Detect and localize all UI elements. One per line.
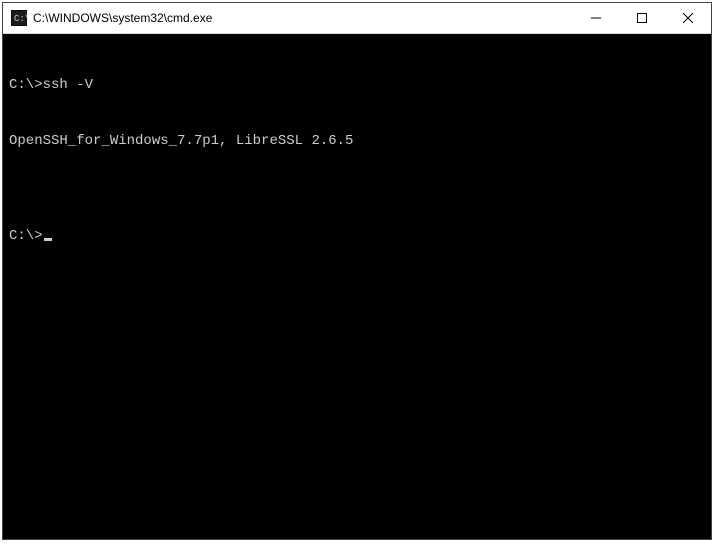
minimize-icon [591,13,601,23]
window-controls [573,3,711,33]
prompt: C:\> [9,77,43,93]
minimize-button[interactable] [573,3,619,33]
titlebar[interactable]: C:\ C:\WINDOWS\system32\cmd.exe [3,3,711,34]
terminal-output: OpenSSH_for_Windows_7.7p1, LibreSSL 2.6.… [9,132,705,151]
command-text: ssh -V [43,77,93,93]
terminal-area[interactable]: C:\>ssh -V OpenSSH_for_Windows_7.7p1, Li… [3,34,711,539]
cmd-window: C:\ C:\WINDOWS\system32\cmd.exe [2,2,712,540]
maximize-button[interactable] [619,3,665,33]
terminal-line: C:\> [9,227,705,246]
prompt: C:\> [9,228,43,244]
svg-text:C:\: C:\ [14,14,27,24]
maximize-icon [637,13,647,23]
close-button[interactable] [665,3,711,33]
cursor [44,238,52,241]
cmd-icon: C:\ [11,10,27,26]
window-title: C:\WINDOWS\system32\cmd.exe [33,11,573,25]
terminal-line: C:\>ssh -V [9,76,705,95]
close-icon [683,13,693,23]
